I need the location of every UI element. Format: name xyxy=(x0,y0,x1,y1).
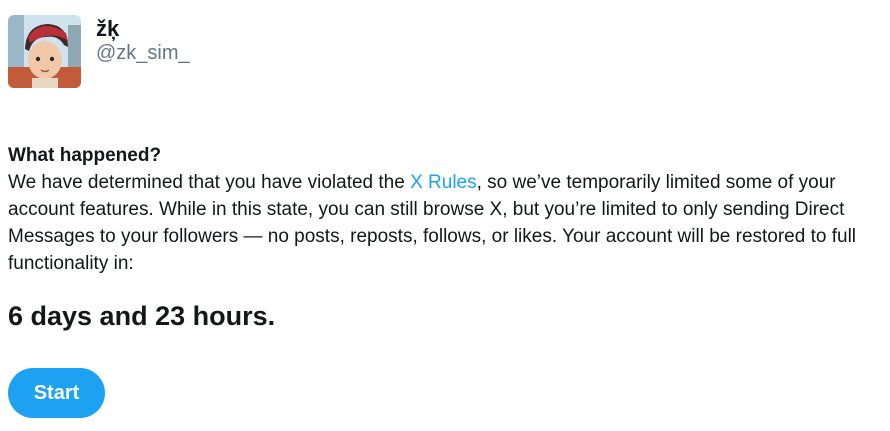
notice-text-before-link: We have determined that you have violate… xyxy=(8,172,411,193)
avatar[interactable] xyxy=(8,15,81,88)
restriction-countdown: 6 days and 23 hours. xyxy=(8,301,276,331)
notice-heading: What happened? xyxy=(8,145,162,166)
limitation-notice: What happened? We have determined that y… xyxy=(8,143,883,333)
start-button[interactable]: Start xyxy=(8,368,105,418)
profile-names: žķ @zk_sim_ xyxy=(96,17,190,65)
user-handle[interactable]: @zk_sim_ xyxy=(96,41,190,65)
account-limited-page: žķ @zk_sim_ What happened? We have deter… xyxy=(0,0,890,431)
x-rules-link[interactable]: X Rules xyxy=(410,172,477,193)
display-name[interactable]: žķ xyxy=(96,17,190,41)
notice-body: We have determined that you have violate… xyxy=(8,169,883,277)
avatar-image xyxy=(8,15,81,88)
profile-header: žķ @zk_sim_ xyxy=(8,15,190,88)
